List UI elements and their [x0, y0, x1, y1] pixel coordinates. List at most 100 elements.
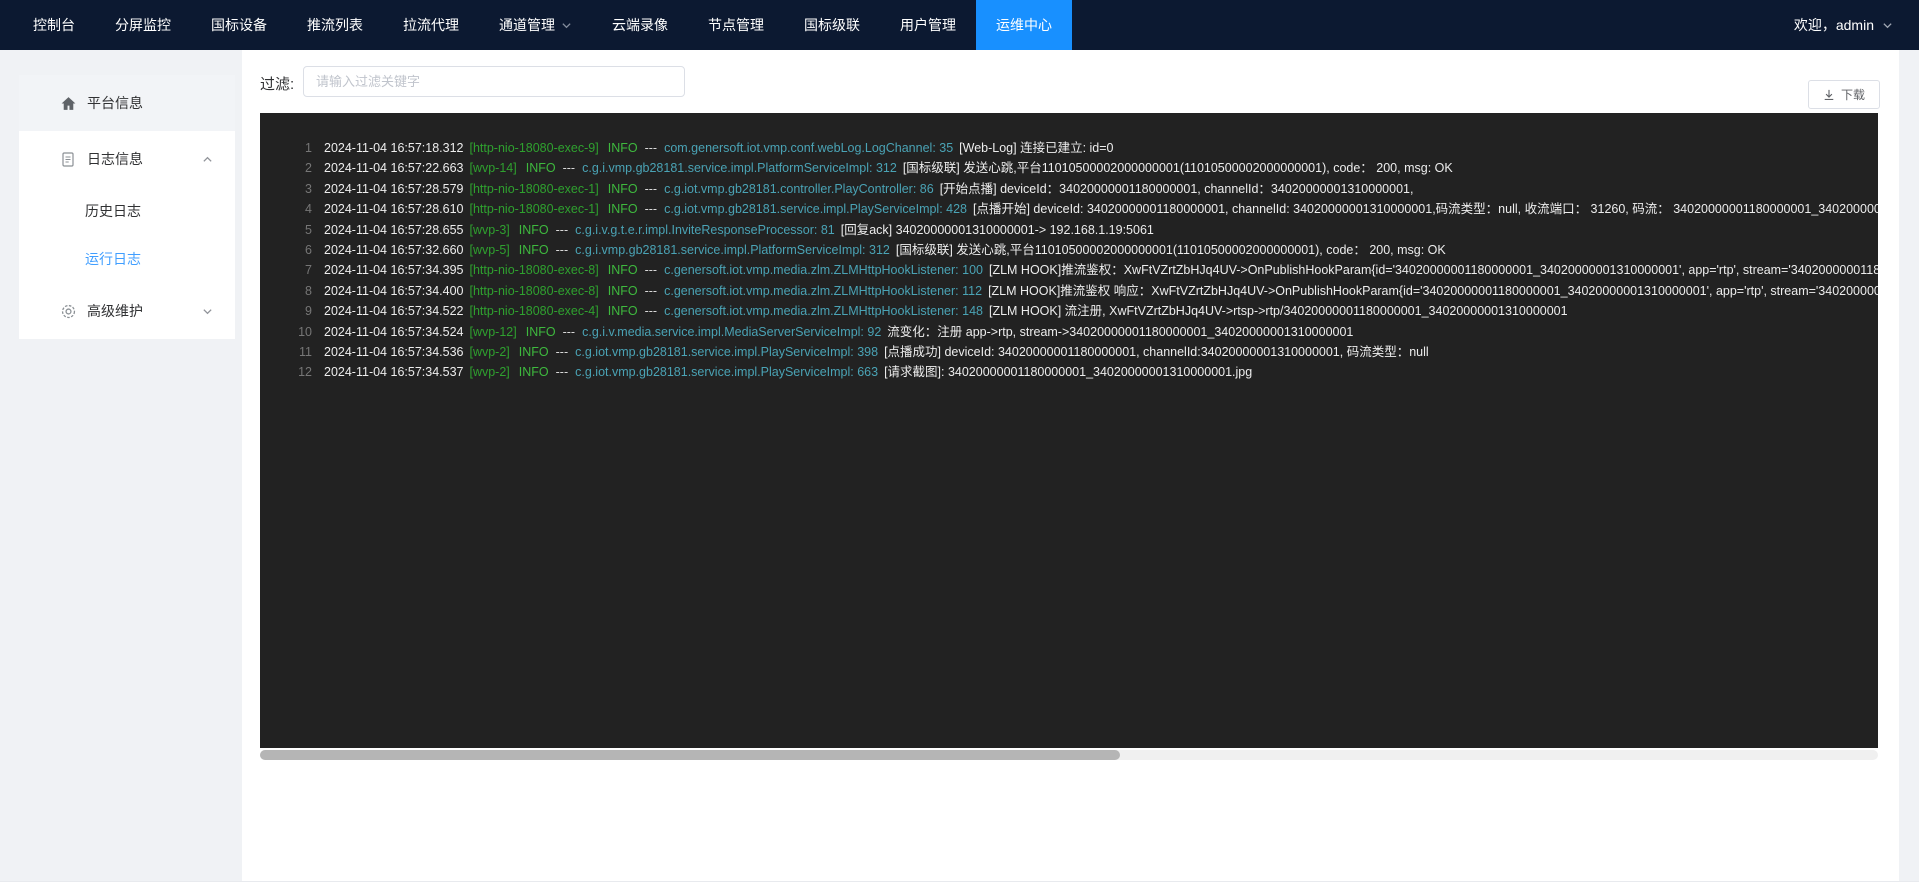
log-level: INFO	[526, 325, 556, 339]
sidebar-item-platform-info[interactable]: 平台信息	[19, 75, 235, 131]
log-sep: ---	[645, 263, 658, 277]
log-sep: ---	[645, 202, 658, 216]
nav-tab-4[interactable]: 推流列表	[287, 0, 383, 50]
log-sep: ---	[556, 243, 569, 257]
nav-tab-11[interactable]: 运维中心	[976, 0, 1072, 50]
toolbar: 过滤: 下载	[242, 50, 1899, 113]
log-level: INFO	[608, 182, 638, 196]
nav-tab-10[interactable]: 用户管理	[880, 0, 976, 50]
log-sep: ---	[556, 223, 569, 237]
log-line: 9 2024-11-04 16:57:34.522 [http-nio-18080-…	[260, 301, 1878, 321]
log-console[interactable]: 12024-11-04 16:57:18.312[http-nio-18080-…	[260, 113, 1878, 748]
filter-input[interactable]	[303, 66, 685, 97]
chevron-down-icon	[1882, 20, 1893, 31]
log-line: 52024-11-04 16:57:28.655[wvp-3]INFO---c.…	[260, 220, 1878, 240]
log-msg: [回复ack] 34020000001310000001-> 192.168.1…	[841, 223, 1154, 237]
log-ts: 2024-11-04 16:57:32.660	[324, 243, 463, 257]
welcome-text: 欢迎，admin	[1794, 15, 1874, 35]
log-level: INFO	[608, 263, 638, 277]
nav-tab-7[interactable]: 云端录像	[592, 0, 688, 50]
log-msg: [ZLM HOOK]推流鉴权：XwFtVZrtZbHJq4UV->OnPubli…	[989, 263, 1878, 277]
gear-icon	[59, 302, 77, 320]
log-sep: ---	[645, 182, 658, 196]
top-navbar: 控制台分屏监控国标设备推流列表拉流代理 通道管理 云端录像 节点管理国标级联用户管理运…	[0, 0, 1919, 50]
download-button[interactable]: 下载	[1808, 80, 1880, 109]
nav-tab-8[interactable]: 节点管理	[688, 0, 784, 50]
log-thread: [wvp-3]	[469, 223, 509, 237]
log-ln: 5	[260, 220, 312, 240]
log-msg: [点播开始] deviceId: 34020000001180000001, c…	[973, 202, 1878, 216]
log-line: 7 2024-11-04 16:57:34.395 [http-nio-18080-…	[260, 260, 1878, 280]
log-thread: [wvp-12]	[469, 325, 516, 339]
log-thread: [http-nio-18080-exec-8]	[469, 263, 598, 277]
log-ts: 2024-11-04 16:57:34.400	[324, 284, 463, 298]
log-thread: [wvp-2]	[469, 365, 509, 379]
log-msg: [国标级联] 发送心跳,平台11010500002000000001(11010…	[903, 161, 1453, 175]
horizontal-scrollbar	[260, 750, 1878, 760]
log-line: 32024-11-04 16:57:28.579[http-nio-18080-…	[260, 179, 1878, 199]
log-thread: [wvp-14]	[469, 161, 516, 175]
log-thread: [http-nio-18080-exec-9]	[469, 141, 598, 155]
nav-tab-2[interactable]: 分屏监控	[95, 0, 191, 50]
log-ln: 1	[260, 138, 312, 158]
log-line: 22024-11-04 16:57:22.663[wvp-14]INFO---c…	[260, 158, 1878, 178]
log-line: 12024-11-04 16:57:18.312[http-nio-18080-…	[260, 138, 1878, 158]
sidebar-item-label: 高级维护	[87, 301, 143, 321]
log-msg: 流变化：注册 app->rtp, stream->340200000011800…	[887, 325, 1353, 339]
log-sep: ---	[556, 365, 569, 379]
bottom-strip	[0, 881, 1919, 887]
log-sep: ---	[645, 304, 658, 318]
sidebar-subitem-label: 运行日志	[85, 249, 141, 269]
sidebar-subitem-history-log[interactable]: 历史日志	[19, 187, 235, 235]
log-cls: c.g.iot.vmp.gb28181.controller.PlayContr…	[664, 182, 934, 196]
nav-tab-6[interactable]: 通道管理	[479, 0, 592, 50]
user-menu[interactable]: 欢迎，admin	[1794, 0, 1919, 50]
log-msg: [开始点播] deviceId：34020000001180000001, ch…	[940, 182, 1414, 196]
sidebar-menu: 平台信息日志信息历史日志运行日志高级维护	[19, 75, 235, 339]
log-cls: c.g.iot.vmp.gb28181.service.impl.PlaySer…	[664, 202, 967, 216]
filter-label: 过滤:	[260, 73, 294, 94]
nav-tab-1[interactable]: 控制台	[13, 0, 95, 50]
log-level: INFO	[519, 243, 549, 257]
log-msg: [Web-Log] 连接已建立: id=0	[959, 141, 1113, 155]
log-level: INFO	[519, 223, 549, 237]
log-ts: 2024-11-04 16:57:34.522	[324, 304, 463, 318]
nav-tab-label: 运维中心	[996, 15, 1052, 35]
log-level: INFO	[608, 202, 638, 216]
nav-tab-label: 拉流代理	[403, 15, 459, 35]
log-line: 42024-11-04 16:57:28.610[http-nio-18080-…	[260, 199, 1878, 219]
log-thread: [http-nio-18080-exec-4]	[469, 304, 598, 318]
chevron-down-icon	[202, 306, 213, 317]
nav-tab-label: 云端录像	[612, 15, 668, 35]
log-ln: 7	[260, 260, 312, 280]
nav-tab-3[interactable]: 国标设备	[191, 0, 287, 50]
log-ln: 9	[260, 301, 312, 321]
log-thread: [wvp-2]	[469, 345, 509, 359]
sidebar-subitem-running-log[interactable]: 运行日志	[19, 235, 235, 283]
log-level: INFO	[519, 365, 549, 379]
log-ln: 2	[260, 158, 312, 178]
download-label: 下载	[1841, 86, 1865, 103]
log-level: INFO	[526, 161, 556, 175]
log-cls: c.g.iot.vmp.gb28181.service.impl.PlaySer…	[575, 365, 878, 379]
log-cls: com.genersoft.iot.vmp.conf.webLog.LogCha…	[664, 141, 953, 155]
scrollbar-thumb[interactable]	[260, 750, 1120, 760]
nav-tab-label: 分屏监控	[115, 15, 171, 35]
sidebar-item-label: 平台信息	[87, 93, 143, 113]
nav-tab-label: 通道管理	[499, 15, 555, 35]
log-thread: [wvp-5]	[469, 243, 509, 257]
nav-tab-5[interactable]: 拉流代理	[383, 0, 479, 50]
log-ts: 2024-11-04 16:57:34.537	[324, 365, 463, 379]
nav-tab-9[interactable]: 国标级联	[784, 0, 880, 50]
log-msg: [请求截图]: 34020000001180000001_34020000001…	[884, 365, 1252, 379]
log-ln: 11	[260, 342, 312, 362]
sidebar-item-advanced-maintenance[interactable]: 高级维护	[19, 283, 235, 339]
log-ln: 12	[260, 362, 312, 382]
log-sep: ---	[645, 141, 658, 155]
nav-tab-label: 节点管理	[708, 15, 764, 35]
log-cls: c.genersoft.iot.vmp.media.zlm.ZLMHttpHoo…	[664, 284, 982, 298]
log-ts: 2024-11-04 16:57:34.395	[324, 263, 463, 277]
log-level: INFO	[608, 304, 638, 318]
sidebar-item-log-info[interactable]: 日志信息	[19, 131, 235, 187]
log-ts: 2024-11-04 16:57:34.536	[324, 345, 463, 359]
